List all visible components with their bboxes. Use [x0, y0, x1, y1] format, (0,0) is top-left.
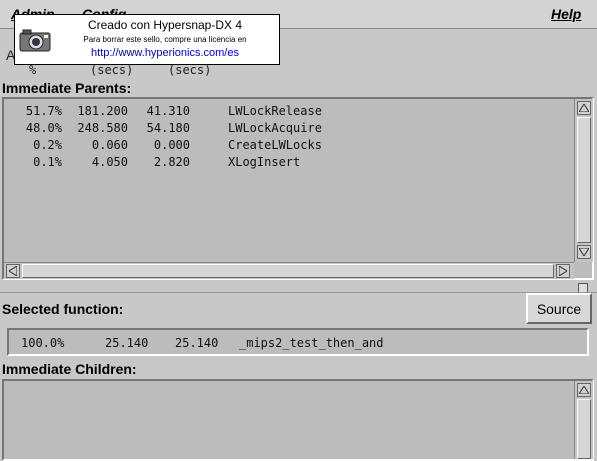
children-vertical-scrollbar[interactable]	[574, 381, 593, 459]
watermark-title: Creado con Hypersnap-DX 4	[87, 18, 243, 32]
selected-pct: 100.0%	[21, 336, 65, 350]
column-unit-percent: %	[29, 63, 37, 77]
parents-section-label: Immediate Parents:	[2, 80, 132, 96]
children-section-label: Immediate Children:	[2, 361, 137, 377]
arrow-right-icon	[559, 266, 567, 276]
parent-row-total: 4.050	[91, 155, 128, 169]
arrow-up-icon	[579, 104, 589, 112]
arrow-up-icon	[579, 386, 589, 394]
children-scroll-up-button[interactable]	[577, 383, 591, 397]
parents-list-panel[interactable]: 51.7% 181.200 41.310 LWLockRelease 48.0% 248.…	[2, 97, 594, 293]
pane-divider[interactable]	[0, 292, 597, 293]
scroll-up-button[interactable]	[577, 101, 591, 115]
menu-help[interactable]: Help	[551, 6, 581, 22]
watermark-stamp: Creado con Hypersnap-DX 4 Para borrar es…	[14, 14, 280, 65]
parent-row-pct: 48.0%	[25, 121, 62, 135]
parent-row-pct: 51.7%	[25, 104, 62, 118]
parent-row-name: LWLockAcquire	[228, 121, 322, 135]
selected-name: _mips2_test_then_and	[239, 336, 384, 350]
parent-row-pct: 0.2%	[33, 138, 62, 152]
parent-row-total: 248.580	[77, 121, 128, 135]
scroll-right-button[interactable]	[556, 264, 570, 278]
scroll-left-button[interactable]	[6, 264, 20, 278]
arrow-down-icon	[579, 248, 589, 256]
selected-function-label: Selected function:	[2, 301, 124, 317]
parent-row-self: 54.180	[146, 121, 190, 135]
parents-vscroll-thumb[interactable]	[577, 117, 591, 243]
parent-row-total: 0.060	[91, 138, 128, 152]
scroll-down-button[interactable]	[577, 245, 591, 259]
parent-row-name: LWLockRelease	[228, 104, 322, 118]
parent-row-self: 41.310	[146, 104, 190, 118]
source-button[interactable]: Source	[526, 293, 592, 324]
camera-icon	[19, 29, 51, 52]
parent-row-self: 2.820	[153, 155, 190, 169]
children-list-panel[interactable]	[2, 379, 594, 461]
selected-self: 25.140	[175, 336, 219, 350]
watermark-url: http://www.hyperionics.com/es	[91, 47, 239, 59]
parents-hscroll-thumb[interactable]	[22, 264, 554, 278]
parent-row-self: 0.000	[153, 138, 190, 152]
column-unit-self-secs: (secs)	[168, 63, 212, 77]
selected-total: 25.140	[105, 336, 149, 350]
parent-row-total: 181.200	[77, 104, 128, 118]
parent-row-name: XLogInsert	[228, 155, 301, 169]
parents-horizontal-scrollbar[interactable]	[4, 262, 574, 279]
parent-row-pct: 0.1%	[33, 155, 62, 169]
parent-row-name: CreateLWLocks	[228, 138, 322, 152]
arrow-left-icon	[9, 266, 17, 276]
selected-function-panel: 100.0% 25.140 25.140 _mips2_test_then_an…	[7, 328, 589, 356]
parents-vertical-scrollbar[interactable]	[574, 99, 593, 262]
column-unit-total-secs: (secs)	[90, 63, 134, 77]
children-vscroll-thumb[interactable]	[577, 399, 591, 459]
watermark-note: Para borrar este sello, compre una licen…	[83, 35, 247, 44]
